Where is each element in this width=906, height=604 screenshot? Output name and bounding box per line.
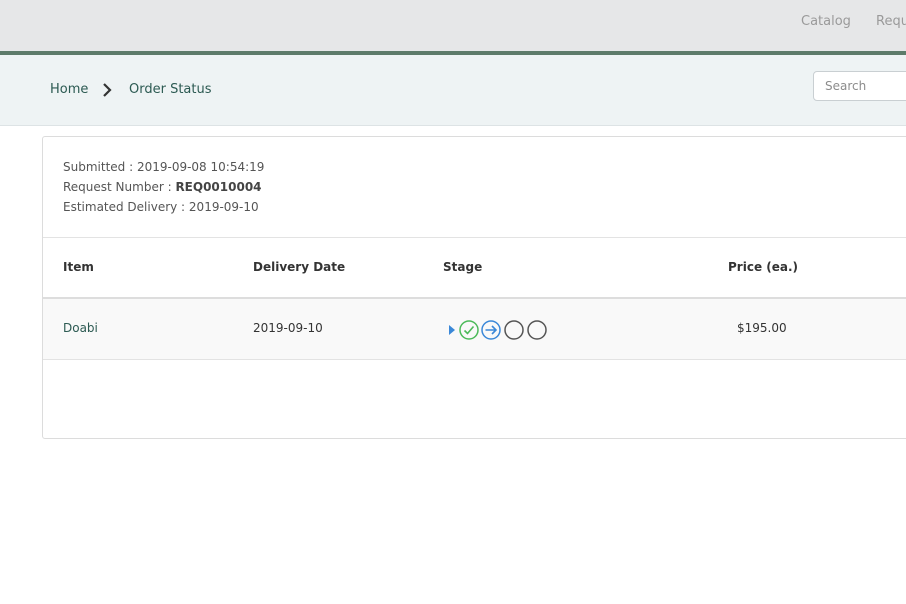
request-number-info: Request Number : REQ0010004 bbox=[63, 180, 262, 194]
column-header-price: Price (ea.) bbox=[728, 260, 799, 274]
nav-item-catalog[interactable]: Catalog bbox=[801, 14, 851, 29]
chevron-right-icon bbox=[103, 83, 112, 97]
top-navbar: Catalog Requ bbox=[0, 0, 906, 51]
submitted-info: Submitted : 2019-09-08 10:54:19 bbox=[63, 160, 264, 174]
estimated-delivery-label: Estimated Delivery : bbox=[63, 200, 189, 214]
column-header-stage: Stage bbox=[443, 260, 483, 274]
submitted-value: 2019-09-08 10:54:19 bbox=[136, 160, 265, 174]
divider bbox=[43, 237, 906, 238]
stage-pending-icon bbox=[527, 320, 547, 340]
price-cell: $195.00 bbox=[737, 321, 787, 335]
breadcrumb-home[interactable]: Home bbox=[50, 82, 88, 97]
search-input[interactable] bbox=[813, 71, 906, 101]
expand-caret-icon bbox=[449, 325, 455, 335]
item-link[interactable]: Doabi bbox=[63, 321, 98, 335]
delivery-date-cell: 2019-09-10 bbox=[253, 321, 323, 335]
nav-item-requests[interactable]: Requ bbox=[876, 14, 906, 29]
breadcrumb-current: Order Status bbox=[129, 82, 212, 97]
stage-complete-icon bbox=[459, 320, 479, 340]
column-header-item: Item bbox=[63, 260, 94, 274]
request-number-label: Request Number : bbox=[63, 180, 176, 194]
stage-indicator[interactable] bbox=[445, 319, 555, 341]
breadcrumb: Home Order Status bbox=[0, 55, 906, 126]
submitted-label: Submitted : bbox=[63, 160, 137, 174]
estimated-delivery-value: 2019-09-10 bbox=[188, 200, 259, 214]
table-row: Doabi 2019-09-10 $195.00 bbox=[43, 299, 906, 360]
stage-pending-icon bbox=[504, 320, 524, 340]
request-number-value: REQ0010004 bbox=[175, 180, 262, 194]
order-status-panel: Submitted : 2019-09-08 10:54:19 Request … bbox=[42, 136, 906, 439]
estimated-delivery-info: Estimated Delivery : 2019-09-10 bbox=[63, 200, 259, 214]
stage-in-progress-icon bbox=[481, 320, 501, 340]
column-header-delivery-date: Delivery Date bbox=[253, 260, 346, 274]
